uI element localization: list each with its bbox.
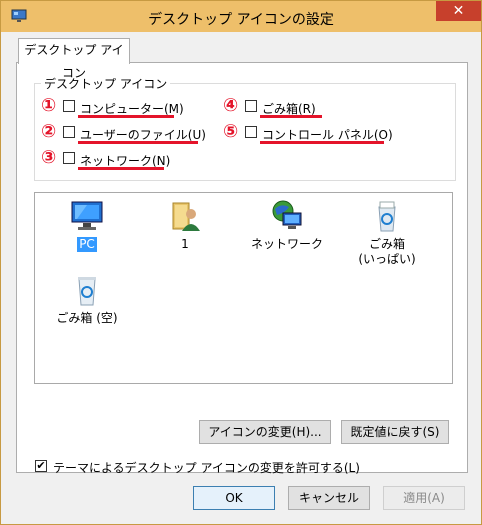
desktop-icon-label: ネットワーク	[250, 237, 323, 251]
theme-option-label[interactable]: テーマによるデスクトップ アイコンの変更を許可する(L)	[53, 459, 360, 476]
checkbox-allow-theme[interactable]: ✔	[35, 460, 47, 472]
annotation-number: ⑤	[223, 121, 239, 142]
option-user-files: ② ユーザーのファイル(U)	[41, 121, 206, 144]
desktop-icon-network[interactable]: ネットワーク	[247, 199, 327, 252]
restore-default-button[interactable]: 既定値に戻す(S)	[341, 420, 449, 444]
annotation-number: ③	[41, 147, 57, 168]
checkbox-user-files[interactable]	[63, 126, 75, 138]
tab-desktop-icons[interactable]: デスクトップ アイコン	[18, 38, 130, 80]
cancel-button[interactable]: キャンセル	[288, 486, 370, 510]
annotation-number: ④	[223, 95, 239, 116]
pc-icon	[71, 201, 103, 230]
title-bar[interactable]: デスクトップ アイコンの設定 ✕	[1, 1, 481, 32]
desktop-icon-user-files[interactable]: 1	[145, 199, 225, 252]
window-title: デスクトップ アイコンの設定	[148, 12, 334, 28]
annotation-underline	[78, 115, 174, 118]
recycle-bin-full-icon	[378, 201, 396, 232]
annotation-number: ②	[41, 121, 57, 142]
desktop-icon-pc[interactable]: PC	[47, 199, 127, 252]
option-network: ③ ネットワーク(N)	[41, 147, 201, 170]
option-recycle-bin: ④ ごみ箱(R)	[223, 95, 403, 118]
checkbox-computer[interactable]	[63, 100, 75, 112]
annotation-underline	[78, 141, 198, 144]
annotation-number: ①	[41, 95, 57, 116]
group-title: デスクトップ アイコン	[41, 75, 171, 92]
change-icon-button[interactable]: アイコンの変更(H)...	[199, 420, 331, 444]
checkbox-control-panel[interactable]	[245, 126, 257, 138]
desktop-icon-label: PC	[77, 237, 97, 252]
desktop-icon-label: 1	[181, 237, 189, 251]
icon-preview-list[interactable]: PC 1 ネットワーク ごみ箱 (いっぱい) ごみ箱 (空)	[34, 192, 453, 384]
desktop-icons-group: デスクトップ アイコン ① コンピューター(M) ② ユーザーのファイル(U) …	[34, 75, 456, 181]
close-button[interactable]: ✕	[436, 1, 481, 21]
dialog-client: デスクトップ アイコン デスクトップ アイコン ① コンピューター(M) ② ユ…	[8, 32, 474, 517]
checkbox-recycle-bin[interactable]	[245, 100, 257, 112]
network-icon	[272, 200, 302, 229]
annotation-underline	[260, 141, 384, 144]
option-control-panel: ⑤ コントロール パネル(O)	[223, 121, 423, 144]
ok-button[interactable]: OK	[193, 486, 275, 510]
option-computer: ① コンピューター(M)	[41, 95, 201, 118]
apply-button[interactable]: 適用(A)	[383, 486, 465, 510]
dialog-window: デスクトップ アイコンの設定 ✕ デスクトップ アイコン デスクトップ アイコン…	[0, 0, 482, 525]
desktop-icon-recycle-bin-full[interactable]: ごみ箱 (いっぱい)	[347, 199, 427, 267]
annotation-underline	[78, 167, 164, 170]
annotation-underline	[260, 115, 322, 118]
user-folder-icon	[172, 202, 200, 231]
desktop-icon-label: ごみ箱 (いっぱい)	[358, 237, 416, 266]
checkbox-network[interactable]	[63, 152, 75, 164]
desktop-icon-label: ごみ箱 (空)	[56, 311, 118, 325]
desktop-icon-recycle-bin-empty[interactable]: ごみ箱 (空)	[47, 273, 127, 326]
tab-panel: デスクトップ アイコン ① コンピューター(M) ② ユーザーのファイル(U) …	[16, 62, 468, 476]
recycle-bin-empty-icon	[78, 277, 96, 306]
